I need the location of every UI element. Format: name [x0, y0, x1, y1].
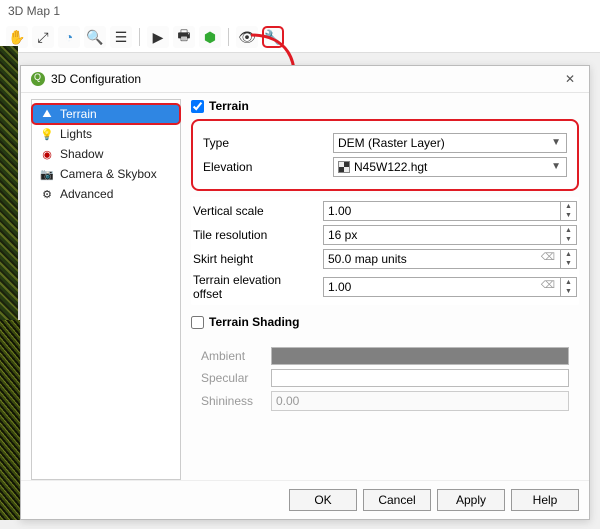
pan-icon[interactable]: ✋	[6, 26, 28, 48]
chevron-down-icon[interactable]: ▼	[561, 259, 576, 268]
specular-label: Specular	[201, 371, 261, 385]
clock-icon[interactable]: ◔	[58, 26, 80, 48]
shininess-label: Shininess	[201, 394, 261, 408]
chevron-up-icon[interactable]: ▲	[561, 202, 576, 211]
separator-icon	[139, 28, 140, 46]
clear-icon[interactable]: ⌫	[541, 252, 555, 263]
sidebar-item-shadow[interactable]: ◉ Shadow	[32, 144, 180, 164]
vscale-label: Vertical scale	[193, 204, 313, 218]
sidebar-item-label: Shadow	[60, 147, 103, 161]
map-toolbar: ✋ ⤢ ◔ 🔍 ☰ ▶ 🖶 ⬢ 👁 🔧	[0, 22, 600, 53]
type-combo[interactable]: DEM (Raster Layer) ▼	[333, 133, 567, 153]
map-canvas-sliver	[0, 320, 22, 520]
save-image-icon[interactable]: 🖶	[173, 26, 195, 48]
spin-buttons[interactable]: ▲▼	[561, 225, 577, 245]
close-icon[interactable]: ✕	[561, 72, 579, 86]
layers-icon[interactable]: ☰	[110, 26, 132, 48]
elevation-combo[interactable]: N45W122.hgt ▼	[333, 157, 567, 177]
spin-buttons[interactable]: ▲▼	[561, 249, 577, 269]
raster-layer-icon	[338, 161, 350, 173]
export-3d-icon[interactable]: ⬢	[199, 26, 221, 48]
tileres-label: Tile resolution	[193, 228, 313, 242]
ambient-color-swatch[interactable]	[271, 347, 569, 365]
elevation-value: N45W122.hgt	[354, 160, 427, 174]
config-sidebar: ⛰ Terrain 💡 Lights ◉ Shadow 📷 Camera & S…	[31, 99, 181, 480]
specular-color-swatch[interactable]	[271, 369, 569, 387]
type-value: DEM (Raster Layer)	[338, 136, 445, 150]
chevron-down-icon: ▼	[551, 161, 561, 172]
chevron-down-icon: ▼	[551, 137, 561, 148]
map-window-title: 3D Map 1	[0, 0, 600, 22]
camera-icon: 📷	[40, 167, 54, 181]
sidebar-item-label: Terrain	[60, 107, 97, 121]
skirt-label: Skirt height	[193, 252, 313, 266]
cancel-button[interactable]: Cancel	[363, 489, 431, 511]
qgis-logo-icon	[31, 72, 45, 86]
chevron-up-icon[interactable]: ▲	[561, 226, 576, 235]
terrain-icon: ⛰	[40, 107, 54, 121]
eye-icon[interactable]: 👁	[236, 26, 258, 48]
elevation-label: Elevation	[203, 160, 323, 174]
sidebar-item-label: Lights	[60, 127, 92, 141]
zoom-full-icon[interactable]: ⤢	[32, 26, 54, 48]
separator-icon	[228, 28, 229, 46]
play-icon[interactable]: ▶	[147, 26, 169, 48]
help-button[interactable]: Help	[511, 489, 579, 511]
clear-icon[interactable]: ⌫	[541, 280, 555, 291]
advanced-icon: ⚙	[40, 187, 54, 201]
sidebar-item-label: Advanced	[60, 187, 113, 201]
apply-button[interactable]: Apply	[437, 489, 505, 511]
terrain-source-group: Type DEM (Raster Layer) ▼ Elevation N45W…	[191, 119, 579, 191]
offset-input[interactable]	[323, 277, 561, 297]
shading-checkbox-row[interactable]: Terrain Shading	[191, 315, 579, 329]
terrain-params-group: Vertical scale ▲▼ Tile resolution ▲▼ Ski…	[191, 197, 579, 305]
ok-button[interactable]: OK	[289, 489, 357, 511]
shininess-input	[271, 391, 569, 411]
skirt-input[interactable]	[323, 249, 561, 269]
shading-checkbox-label: Terrain Shading	[209, 315, 299, 329]
dialog-title: 3D Configuration	[51, 72, 141, 86]
shading-checkbox[interactable]	[191, 316, 204, 329]
spin-buttons[interactable]: ▲▼	[561, 277, 577, 297]
offset-label: Terrain elevation offset	[193, 273, 313, 301]
shading-group: Ambient Specular Shininess	[191, 335, 579, 423]
shadow-icon: ◉	[40, 147, 54, 161]
sidebar-item-advanced[interactable]: ⚙ Advanced	[32, 184, 180, 204]
sidebar-item-label: Camera & Skybox	[60, 167, 157, 181]
spin-buttons[interactable]: ▲▼	[561, 201, 577, 221]
chevron-up-icon[interactable]: ▲	[561, 250, 576, 259]
vscale-input[interactable]	[323, 201, 561, 221]
chevron-down-icon[interactable]: ▼	[561, 287, 576, 296]
sidebar-item-terrain[interactable]: ⛰ Terrain	[32, 104, 180, 124]
terrain-checkbox-row[interactable]: Terrain	[191, 99, 579, 113]
light-icon: 💡	[40, 127, 54, 141]
terrain-checkbox-label: Terrain	[209, 99, 249, 113]
terrain-checkbox[interactable]	[191, 100, 204, 113]
type-label: Type	[203, 136, 323, 150]
config-dialog: 3D Configuration ✕ ⛰ Terrain 💡 Lights ◉ …	[20, 65, 590, 520]
chevron-down-icon[interactable]: ▼	[561, 211, 576, 220]
chevron-up-icon[interactable]: ▲	[561, 278, 576, 287]
configure-wrench-icon[interactable]: 🔧	[262, 26, 284, 48]
chevron-down-icon[interactable]: ▼	[561, 235, 576, 244]
ambient-label: Ambient	[201, 349, 261, 363]
sidebar-item-lights[interactable]: 💡 Lights	[32, 124, 180, 144]
identify-icon[interactable]: 🔍	[84, 26, 106, 48]
sidebar-item-camera-skybox[interactable]: 📷 Camera & Skybox	[32, 164, 180, 184]
tileres-input[interactable]	[323, 225, 561, 245]
